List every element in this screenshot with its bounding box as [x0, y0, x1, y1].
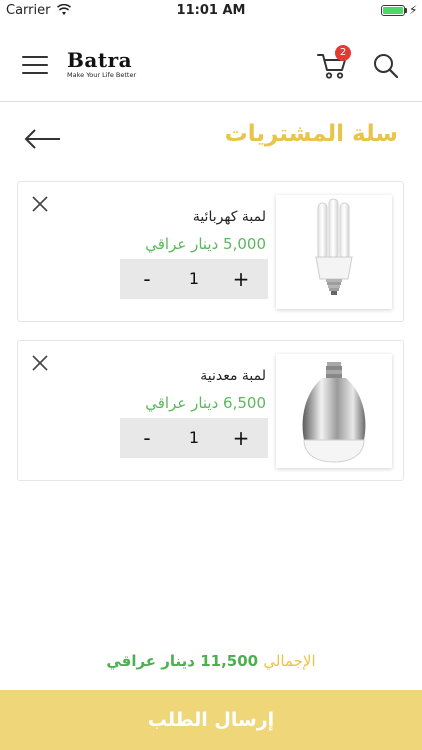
- order-total: الإجمالي 11,500 دينار عراقي: [0, 652, 422, 670]
- cart-item: لمبة كهربائية 5,000 دينار عراقي - 1 +: [17, 181, 404, 322]
- cfl-bulb-icon: [315, 198, 353, 295]
- item-name[interactable]: لمبة كهربائية: [193, 209, 266, 225]
- menu-icon[interactable]: [22, 54, 48, 76]
- quantity-value: 1: [188, 269, 200, 288]
- search-icon[interactable]: [372, 52, 400, 80]
- led-bulb-icon: [302, 362, 366, 463]
- increase-button[interactable]: +: [221, 418, 261, 458]
- close-icon[interactable]: [30, 353, 50, 373]
- status-bar: Carrier 11:01 AM ⚡: [0, 0, 422, 22]
- quantity-stepper: - 1 +: [120, 418, 268, 458]
- battery-icon: [381, 5, 405, 16]
- item-name[interactable]: لمبة معدنية: [200, 368, 266, 384]
- item-price: 6,500 دينار عراقي: [145, 394, 266, 412]
- back-arrow-icon[interactable]: [24, 128, 62, 150]
- close-icon[interactable]: [30, 194, 50, 214]
- header-divider: [0, 101, 422, 102]
- increase-button[interactable]: +: [221, 259, 261, 299]
- charging-icon: ⚡: [409, 3, 418, 17]
- logo-tagline: Make Your Life Better: [67, 71, 137, 79]
- item-price: 5,000 دينار عراقي: [145, 235, 266, 253]
- cart-item: لمبة معدنية 6,500 دينار عراقي - 1 +: [17, 340, 404, 481]
- logo-title: Batra: [67, 48, 133, 72]
- quantity-stepper: - 1 +: [120, 259, 268, 299]
- page-title: سلة المشتريات: [224, 121, 398, 147]
- quantity-value: 1: [188, 428, 200, 447]
- product-image-led[interactable]: [276, 354, 392, 468]
- total-label: الإجمالي: [263, 652, 316, 670]
- product-image-cfl[interactable]: [276, 195, 392, 309]
- submit-order-button[interactable]: إرسال الطلب: [0, 690, 422, 750]
- brand-logo[interactable]: Batra Make Your Life Better: [67, 50, 147, 82]
- status-time: 11:01 AM: [176, 3, 246, 18]
- cart-count-badge: 2: [335, 45, 351, 61]
- battery-tip: [405, 8, 407, 13]
- total-value: 11,500 دينار عراقي: [106, 652, 259, 670]
